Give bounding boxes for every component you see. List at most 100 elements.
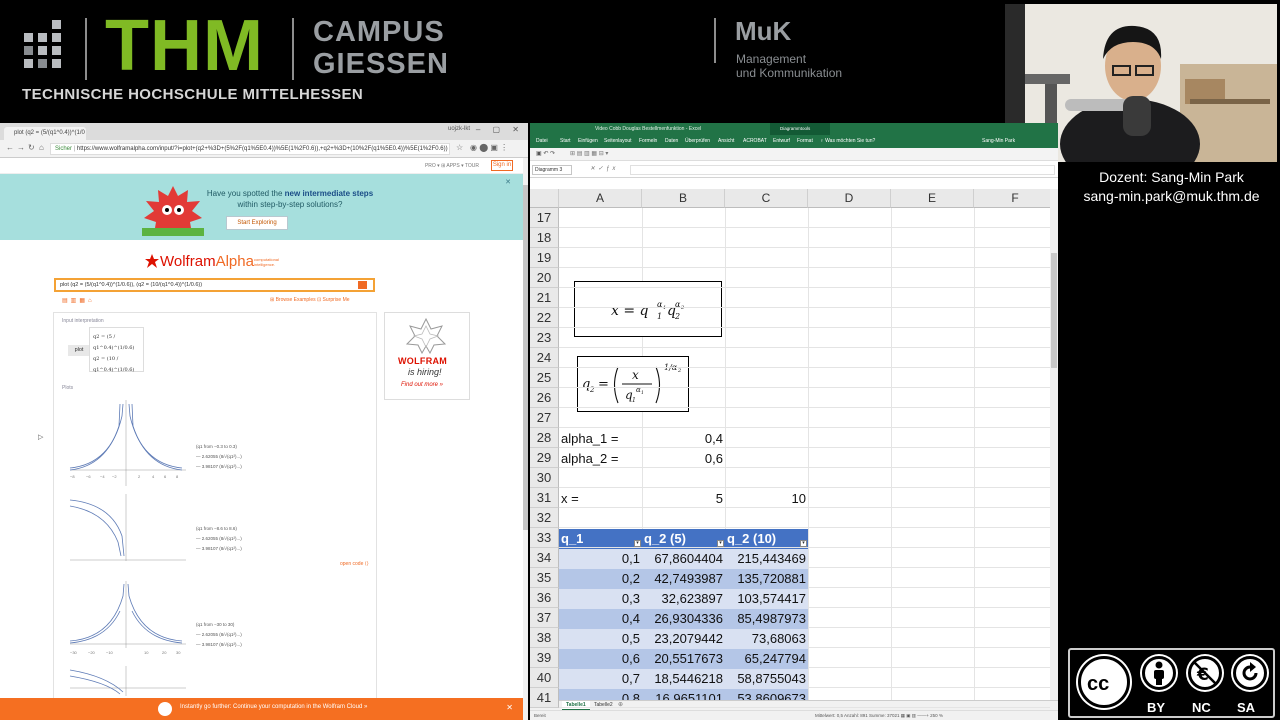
row-header[interactable]: 41 <box>530 688 559 708</box>
row-header[interactable]: 31 <box>530 488 559 508</box>
ad-find-out-link[interactable]: Find out more » <box>401 382 443 388</box>
browser-tab[interactable]: plot (q2 = (5/(q1^0.4))^(1/0 <box>4 127 86 140</box>
row-header[interactable]: 34 <box>530 548 559 568</box>
row-header[interactable]: 40 <box>530 668 559 688</box>
excel-scrollbar-thumb[interactable] <box>1051 253 1057 368</box>
table-cell[interactable]: 67,8604404 <box>642 549 725 569</box>
wolframalpha-logo[interactable]: WolframAlpha <box>160 253 254 270</box>
row-header[interactable]: 19 <box>530 248 559 268</box>
row-header[interactable]: 28 <box>530 428 559 448</box>
column-header-a[interactable]: A <box>559 189 642 208</box>
row-header[interactable]: 18 <box>530 228 559 248</box>
table-cell[interactable]: 58,8755043 <box>725 669 808 689</box>
table-cell[interactable]: 0,2 <box>559 569 642 589</box>
table-cell[interactable]: 0,7 <box>559 669 642 689</box>
top-menu[interactable]: PRO ▾ ⊞ APPS ▾ TOUR <box>425 163 479 169</box>
formula-input[interactable] <box>630 165 1055 175</box>
row-header[interactable]: 27 <box>530 408 559 428</box>
table-cell[interactable]: 18,5446218 <box>642 669 725 689</box>
ribbon-tab-entwurf[interactable]: Entwurf <box>773 138 790 144</box>
table-cell[interactable]: 103,574417 <box>725 589 808 609</box>
table-cell[interactable]: 42,7493987 <box>642 569 725 589</box>
table-cell[interactable]: 0,5 <box>559 629 642 649</box>
row-header[interactable]: 30 <box>530 468 559 488</box>
row-header[interactable]: 39 <box>530 648 559 668</box>
table-cell[interactable]: 0,8 <box>559 689 642 700</box>
svg-text:6: 6 <box>164 474 167 479</box>
table-cell[interactable]: 53,8609673 <box>725 689 808 700</box>
close-icon[interactable]: ✕ <box>506 703 513 712</box>
wolfram-cloud-bar[interactable]: Instantly go further: Continue your comp… <box>0 698 523 720</box>
promo-close-icon[interactable]: ✕ <box>505 178 511 186</box>
input-mode-icons[interactable]: ▤▥▦⌂ <box>62 297 95 304</box>
fx-icon[interactable]: ✕✓ƒx <box>590 165 618 172</box>
row-header[interactable]: 32 <box>530 508 559 528</box>
table-cell[interactable]: 26,9304336 <box>642 609 725 629</box>
row-header[interactable]: 37 <box>530 608 559 628</box>
table-cell[interactable]: 85,4987973 <box>725 609 808 629</box>
row-header[interactable]: 38 <box>530 628 559 648</box>
row-header-corner[interactable] <box>530 189 559 208</box>
ribbon-tab-ansicht[interactable]: Ansicht <box>718 138 734 144</box>
ribbon-tab-format[interactable]: Format <box>797 138 813 144</box>
table-cell[interactable]: 135,720881 <box>725 569 808 589</box>
column-header-e[interactable]: E <box>891 189 974 208</box>
table-cell[interactable]: 23,2079442 <box>642 629 725 649</box>
table-cell[interactable]: 73,68063 <box>725 629 808 649</box>
query-input[interactable]: plot (q2 = (5/(q1^0.4))^(1/0.6)), (q2 = … <box>54 278 375 292</box>
reload-icon[interactable]: ↻ <box>28 143 35 152</box>
url-field[interactable]: Sicher | https://www.wolframalpha.com/in… <box>50 143 450 155</box>
ribbon-tab-datei[interactable]: Datei <box>536 138 548 144</box>
tell-me-search[interactable]: ♀ Was möchten Sie tun? <box>820 138 875 144</box>
column-header-f[interactable]: F <box>974 189 1057 208</box>
row-header[interactable]: 20 <box>530 268 559 288</box>
ribbon-tab-formeln[interactable]: Formeln <box>639 138 657 144</box>
column-header-c[interactable]: C <box>725 189 808 208</box>
back-icon[interactable]: ← <box>6 143 14 152</box>
home-icon[interactable]: ⌂ <box>39 143 44 152</box>
row-header[interactable]: 35 <box>530 568 559 588</box>
qat-icons[interactable]: ⊞ ▤ ▥ ▦ ⊟ ▾ <box>570 150 608 157</box>
thm-logo-text: THM <box>105 6 264 86</box>
plot-legend-1: (q1 from −0.3 to 0.3) — 2.62055 (8/√(q1²… <box>196 444 242 469</box>
table-cell[interactable]: 215,443469 <box>725 549 808 569</box>
ribbon-tab-start[interactable]: Start <box>560 138 571 144</box>
table-cell[interactable]: 0,3 <box>559 589 642 609</box>
row-header[interactable]: 36 <box>530 588 559 608</box>
row-header[interactable]: 22 <box>530 308 559 328</box>
row-header[interactable]: 17 <box>530 208 559 228</box>
row-header[interactable]: 21 <box>530 288 559 308</box>
ribbon-tab-seitenlayout[interactable]: Seitenlayout <box>604 138 632 144</box>
table-cell[interactable]: 20,5517673 <box>642 649 725 669</box>
column-header-b[interactable]: B <box>642 189 725 208</box>
sign-in-button[interactable]: Sign in <box>491 160 513 171</box>
table-cell[interactable]: 0,1 <box>559 549 642 569</box>
row-header[interactable]: 25 <box>530 368 559 388</box>
table-cell[interactable]: 32,623897 <box>642 589 725 609</box>
column-header-d[interactable]: D <box>808 189 891 208</box>
ribbon-tab-acrobat[interactable]: ACROBAT <box>743 138 767 144</box>
table-cell[interactable]: 16,9651101 <box>642 689 725 700</box>
ribbon-tab-daten[interactable]: Daten <box>665 138 678 144</box>
row-header[interactable]: 23 <box>530 328 559 348</box>
extensions-icon[interactable]: ◉ ⬤ ▣ ⋮ <box>470 143 508 152</box>
ribbon-tab-ueberpruefen[interactable]: Überprüfen <box>685 138 710 144</box>
table-cell[interactable]: 65,247794 <box>725 649 808 669</box>
row-header[interactable]: 26 <box>530 388 559 408</box>
row-header[interactable]: 33 <box>530 528 559 548</box>
forward-icon[interactable]: → <box>17 143 25 152</box>
window-controls-icon[interactable]: – ▢ ✕ <box>476 125 524 134</box>
submit-query-icon[interactable] <box>358 281 367 289</box>
browser-scrollbar-thumb[interactable] <box>523 185 528 530</box>
ribbon-tab-einfuegen[interactable]: Einfügen <box>578 138 598 144</box>
table-cell[interactable]: 0,6 <box>559 649 642 669</box>
table-cell[interactable]: 0,4 <box>559 609 642 629</box>
row-header[interactable]: 29 <box>530 448 559 468</box>
open-code-link[interactable]: open code ⟨⟩ <box>340 561 369 567</box>
start-exploring-button[interactable]: Start Exploring <box>226 216 288 230</box>
save-icon[interactable]: ▣ ↶ ↷ <box>536 150 555 157</box>
star-icon[interactable]: ☆ <box>456 143 463 152</box>
name-box[interactable]: Diagramm 3 <box>532 165 572 175</box>
row-header[interactable]: 24 <box>530 348 559 368</box>
query-links[interactable]: ⊞ Browse Examples ⊡ Surprise Me <box>270 297 350 303</box>
